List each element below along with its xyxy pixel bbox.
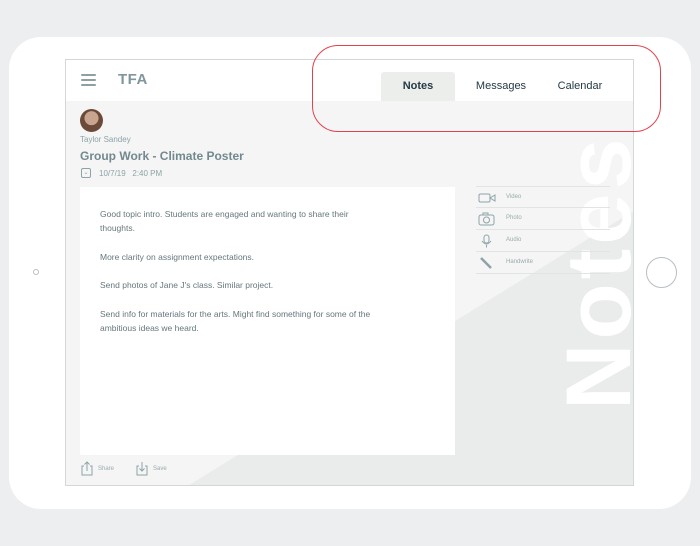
media-label: Photo xyxy=(506,215,522,221)
media-label: Handwrite xyxy=(506,259,534,265)
media-label: Audio xyxy=(506,237,522,243)
menu-icon[interactable] xyxy=(81,74,96,86)
save-label: Save xyxy=(153,466,167,472)
media-audio-button[interactable]: Audio xyxy=(476,230,610,252)
home-button[interactable] xyxy=(646,257,677,288)
app-logo: TFA xyxy=(118,71,148,88)
note-body[interactable]: Good topic intro. Students are engaged a… xyxy=(80,187,455,455)
camera-icon xyxy=(478,212,495,226)
note-paragraph: Good topic intro. Students are engaged a… xyxy=(100,209,349,233)
front-camera xyxy=(33,269,39,275)
pencil-icon xyxy=(480,257,492,269)
share-icon xyxy=(81,461,93,476)
note-time: 2:40 PM xyxy=(132,169,163,178)
chevron-down-icon[interactable]: ⌄ xyxy=(81,168,91,178)
author-name: Taylor Sandey xyxy=(80,135,131,144)
note-datetime: 10/7/19 2:40 PM xyxy=(99,169,162,178)
microphone-icon xyxy=(481,234,492,248)
save-button[interactable]: Save xyxy=(135,461,175,477)
media-handwrite-button[interactable]: Handwrite xyxy=(476,252,610,274)
avatar xyxy=(80,109,103,132)
note-date: 10/7/19 xyxy=(99,169,126,178)
note-title: Group Work - Climate Poster xyxy=(80,149,244,163)
media-label: Video xyxy=(506,194,522,200)
media-video-button[interactable]: Video xyxy=(476,186,610,208)
share-button[interactable]: Share xyxy=(80,461,120,477)
note-paragraph: Send photos of Jane J's class. Similar p… xyxy=(100,280,274,290)
download-icon xyxy=(136,462,148,476)
media-attachments: Video Photo Audio Handwrite xyxy=(476,186,610,274)
video-camera-icon xyxy=(478,193,496,203)
note-paragraph: More clarity on assignment expectations. xyxy=(100,252,255,262)
media-photo-button[interactable]: Photo xyxy=(476,208,610,230)
note-paragraph: Send info for materials for the arts. Mi… xyxy=(100,309,371,333)
share-label: Share xyxy=(98,466,115,472)
tabs-highlight-outline xyxy=(312,45,661,132)
